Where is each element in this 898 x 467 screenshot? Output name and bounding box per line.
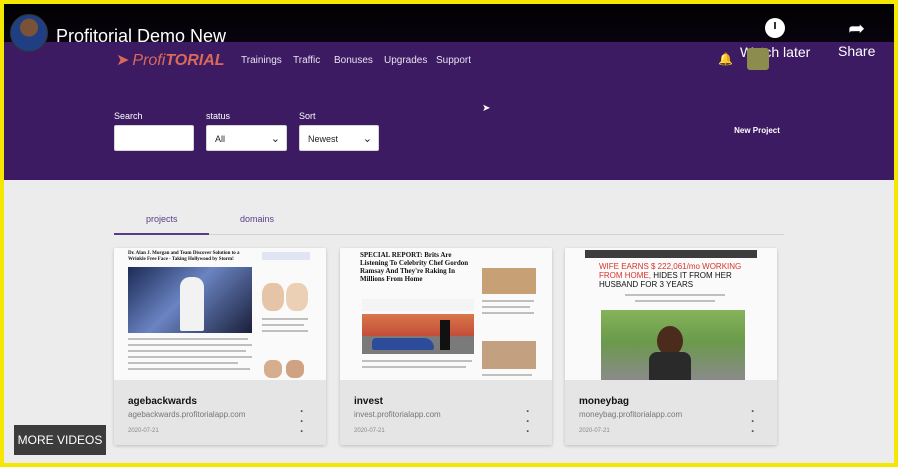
project-preview: SPECIAL REPORT: Brits Are Listening To C… xyxy=(340,248,552,380)
share-label: Share xyxy=(838,43,876,59)
sort-select[interactable]: Newest ⌄ xyxy=(299,125,379,151)
preview-headline: SPECIAL REPORT: Brits Are Listening To C… xyxy=(360,251,469,283)
more-vert-icon[interactable]: · · · xyxy=(526,405,530,437)
logo-icon: ➤ xyxy=(116,52,130,69)
share-button[interactable]: ➦ Share xyxy=(838,18,875,59)
project-date: 2020-07-21 xyxy=(579,428,610,434)
project-name[interactable]: invest xyxy=(354,396,383,407)
profitorial-logo[interactable]: ➤ ProfiTORIAL xyxy=(116,50,225,70)
user-avatar[interactable] xyxy=(747,48,769,70)
preview-photo xyxy=(482,268,536,294)
preview-photo xyxy=(362,314,474,354)
search-input[interactable] xyxy=(114,125,194,151)
project-date: 2020-07-21 xyxy=(354,428,385,434)
status-select[interactable]: All ⌄ xyxy=(206,125,287,151)
preview-photo xyxy=(482,341,536,369)
preview-face xyxy=(262,283,284,311)
project-url[interactable]: moneybag.profitorialapp.com xyxy=(579,410,682,419)
project-preview: WIFE EARNS $ 222,061/mo WORKING FROM HOM… xyxy=(565,248,777,380)
project-card[interactable]: Dr. Alan J. Morgan and Team Discover Sol… xyxy=(114,248,326,445)
search-label: Search xyxy=(114,111,143,121)
more-videos-button[interactable]: MORE VIDEOS xyxy=(14,425,106,455)
preview-face xyxy=(286,360,304,378)
logo-suffix: TORIAL xyxy=(165,52,225,69)
preview-face xyxy=(286,283,308,311)
video-title[interactable]: Profitorial Demo New xyxy=(56,26,226,47)
nav-traffic[interactable]: Traffic xyxy=(293,55,320,66)
app-header: Profitorial Demo New Watch later ➦ Share… xyxy=(4,4,894,180)
card-footer: agebackwards agebackwards.profitorialapp… xyxy=(114,380,326,445)
preview-logo-strip xyxy=(362,299,474,311)
preview-nav-bar xyxy=(585,250,757,258)
project-name[interactable]: moneybag xyxy=(579,396,629,407)
preview-headline: Dr. Alan J. Morgan and Team Discover Sol… xyxy=(128,251,240,262)
project-preview: Dr. Alan J. Morgan and Team Discover Sol… xyxy=(114,248,326,380)
card-footer: moneybag moneybag.profitorialapp.com 202… xyxy=(565,380,777,445)
preview-photo xyxy=(128,267,252,333)
clock-icon xyxy=(765,18,786,38)
tab-projects[interactable]: projects xyxy=(146,214,178,224)
bell-icon[interactable]: 🔔 xyxy=(718,52,733,66)
nav-bonuses[interactable]: Bonuses xyxy=(334,55,373,66)
status-label: status xyxy=(206,111,231,121)
new-project-button[interactable]: New Project xyxy=(726,122,788,140)
mouse-cursor-icon: ➤ xyxy=(482,103,491,114)
more-vert-icon[interactable]: · · · xyxy=(751,405,755,437)
project-url[interactable]: agebackwards.profitorialapp.com xyxy=(128,410,245,419)
tab-divider xyxy=(209,234,784,235)
project-card[interactable]: SPECIAL REPORT: Brits Are Listening To C… xyxy=(340,248,552,445)
project-card[interactable]: WIFE EARNS $ 222,061/mo WORKING FROM HOM… xyxy=(565,248,777,445)
active-tab-indicator xyxy=(114,233,209,235)
chevron-down-icon: ⌄ xyxy=(270,133,280,145)
nav-support[interactable]: Support xyxy=(436,55,471,66)
nav-trainings[interactable]: Trainings xyxy=(241,55,282,66)
sort-label: Sort xyxy=(299,111,316,121)
preview-face xyxy=(264,360,282,378)
sort-value: Newest xyxy=(308,134,339,144)
status-value: All xyxy=(215,134,226,144)
preview-sidebar-bar xyxy=(262,252,310,260)
more-vert-icon[interactable]: · · · xyxy=(300,405,304,437)
chevron-down-icon: ⌄ xyxy=(362,133,372,145)
tab-domains[interactable]: domains xyxy=(240,214,274,224)
logo-prefix: Profi xyxy=(132,52,166,69)
preview-headline: WIFE EARNS $ 222,061/mo WORKING FROM HOM… xyxy=(599,262,749,289)
video-frame: Profitorial Demo New Watch later ➦ Share… xyxy=(0,0,898,467)
channel-avatar[interactable] xyxy=(10,14,48,52)
project-url[interactable]: invest.profitorialapp.com xyxy=(354,410,441,419)
card-footer: invest invest.profitorialapp.com 2020-07… xyxy=(340,380,552,445)
project-date: 2020-07-21 xyxy=(128,428,159,434)
nav-upgrades[interactable]: Upgrades xyxy=(384,55,427,66)
project-name[interactable]: agebackwards xyxy=(128,396,197,407)
preview-photo xyxy=(601,310,745,380)
share-arrow-icon: ➦ xyxy=(848,18,866,40)
